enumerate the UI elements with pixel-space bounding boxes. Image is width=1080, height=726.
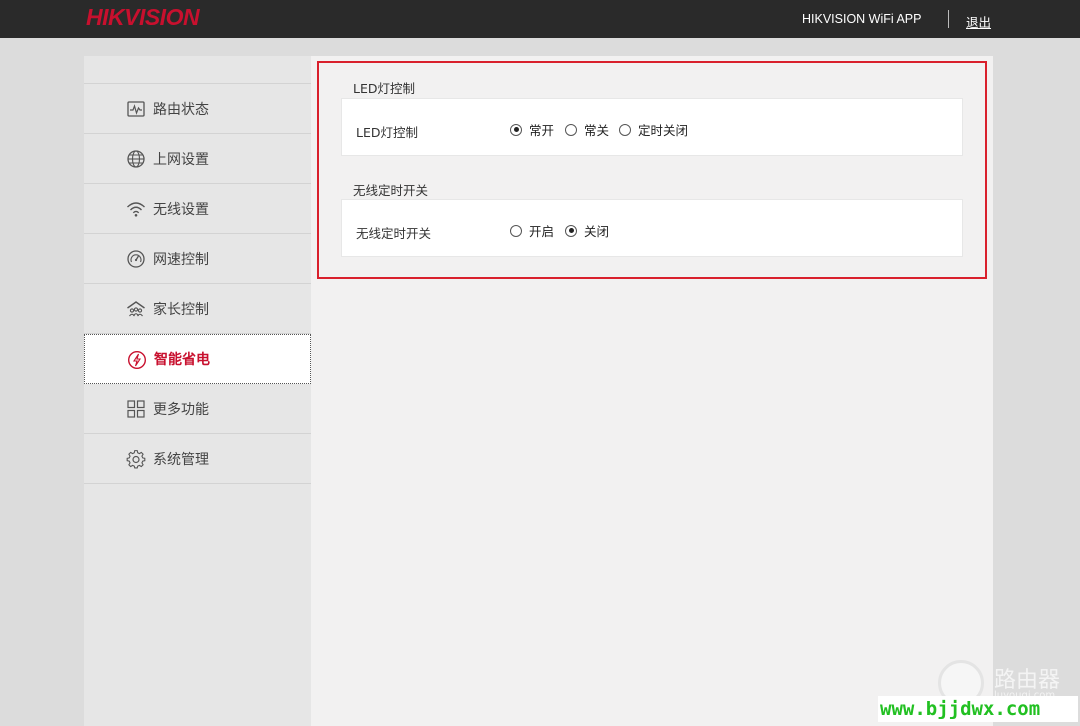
radio-label: 常开 xyxy=(529,123,555,138)
sidebar-item-more-features[interactable]: 更多功能 xyxy=(84,384,311,434)
radio-label: 开启 xyxy=(529,224,555,239)
sidebar-item-speed-control[interactable]: 网速控制 xyxy=(84,234,311,284)
top-bar: HIKVISION HIKVISION WiFi APP 退出 xyxy=(0,0,1080,38)
radio-checked[interactable] xyxy=(510,123,522,136)
sidebar-item-label: 上网设置 xyxy=(153,151,209,168)
led-option-always-off[interactable]: 常关 xyxy=(565,120,609,139)
radio-label: 定时关闭 xyxy=(638,123,689,138)
led-option-scheduled-off[interactable]: 定时关闭 xyxy=(619,120,688,139)
sidebar: 路由状态 上网设置 无线设置 网速控制 家长控制 智能省电 更多功能 系统管理 xyxy=(84,56,311,726)
grid-icon xyxy=(127,400,145,418)
wifi-icon xyxy=(127,202,145,217)
sidebar-item-label: 更多功能 xyxy=(153,401,209,418)
wireless-timer-option-off[interactable]: 关闭 xyxy=(565,221,609,240)
led-option-always-on[interactable]: 常开 xyxy=(510,120,554,139)
sidebar-item-label: 无线设置 xyxy=(153,201,209,218)
radio-label: 关闭 xyxy=(584,224,610,239)
wifi-app-link[interactable]: HIKVISION WiFi APP xyxy=(802,12,921,26)
speedometer-icon xyxy=(127,250,145,268)
watermark-url: www.bjjdwx.com xyxy=(878,696,1078,722)
wireless-timer-section-title: 无线定时开关 xyxy=(353,183,429,198)
sidebar-item-label: 网速控制 xyxy=(153,251,209,268)
radio-unchecked[interactable] xyxy=(510,224,522,237)
wireless-timer-option-on[interactable]: 开启 xyxy=(510,221,554,240)
sidebar-item-router-status[interactable]: 路由状态 xyxy=(84,84,311,134)
hikvision-logo: HIKVISION xyxy=(86,4,200,30)
sidebar-item-internet-settings[interactable]: 上网设置 xyxy=(84,134,311,184)
sidebar-item-smart-power-saving[interactable]: 智能省电 xyxy=(84,334,311,384)
power-lightning-icon xyxy=(127,350,147,370)
wireless-timer-card: 无线定时开关 开启 关闭 xyxy=(341,199,963,257)
radio-label: 常关 xyxy=(584,123,610,138)
logout-link[interactable]: 退出 xyxy=(966,12,991,31)
globe-icon xyxy=(127,150,145,168)
status-chart-icon xyxy=(127,101,145,117)
family-icon xyxy=(127,301,145,317)
sidebar-item-label: 智能省电 xyxy=(154,352,210,368)
radio-unchecked[interactable] xyxy=(619,123,631,136)
sidebar-spacer xyxy=(84,56,311,84)
radio-checked[interactable] xyxy=(565,224,577,237)
wireless-timer-row-label: 无线定时开关 xyxy=(356,226,432,241)
led-section-title: LED灯控制 xyxy=(353,81,415,96)
header-divider xyxy=(948,10,949,28)
led-control-card: LED灯控制 常开 常关 定时关闭 xyxy=(341,98,963,156)
gear-icon xyxy=(126,450,146,469)
sidebar-item-parental-control[interactable]: 家长控制 xyxy=(84,284,311,334)
radio-unchecked[interactable] xyxy=(565,123,577,136)
sidebar-item-wireless-settings[interactable]: 无线设置 xyxy=(84,184,311,234)
sidebar-item-label: 路由状态 xyxy=(153,101,209,118)
led-row-label: LED灯控制 xyxy=(356,125,418,140)
sidebar-item-label: 系统管理 xyxy=(153,451,209,468)
sidebar-item-label: 家长控制 xyxy=(153,301,209,318)
sidebar-item-system-management[interactable]: 系统管理 xyxy=(84,434,311,484)
